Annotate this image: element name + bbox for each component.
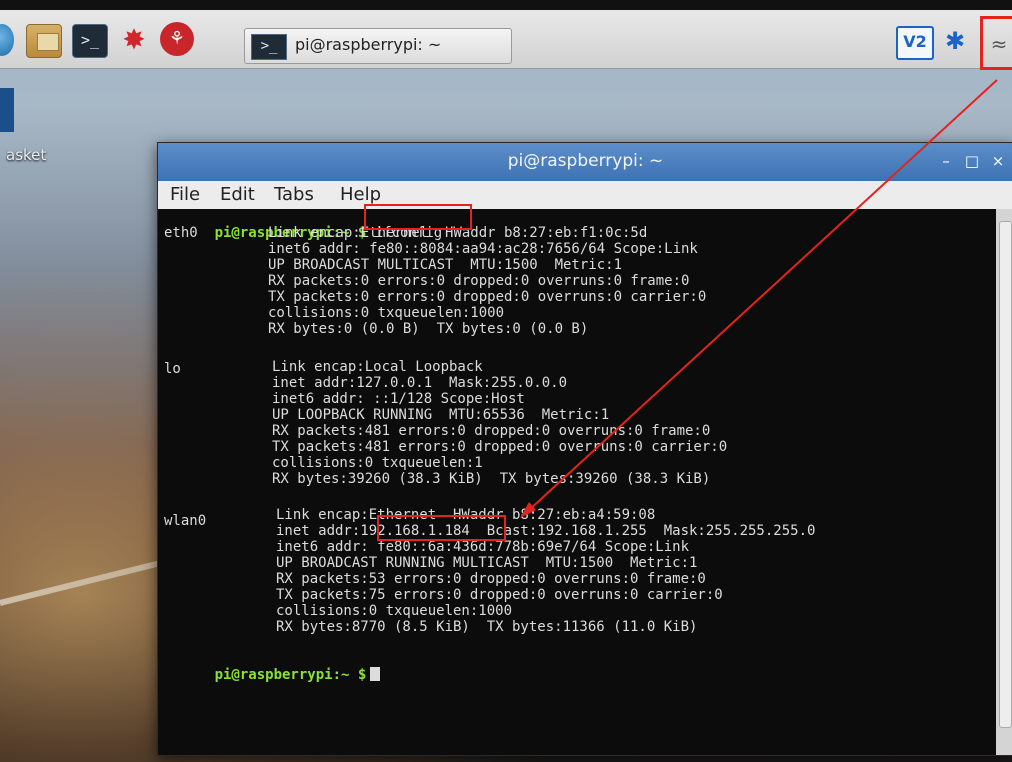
annotation-arrow [520, 79, 998, 518]
